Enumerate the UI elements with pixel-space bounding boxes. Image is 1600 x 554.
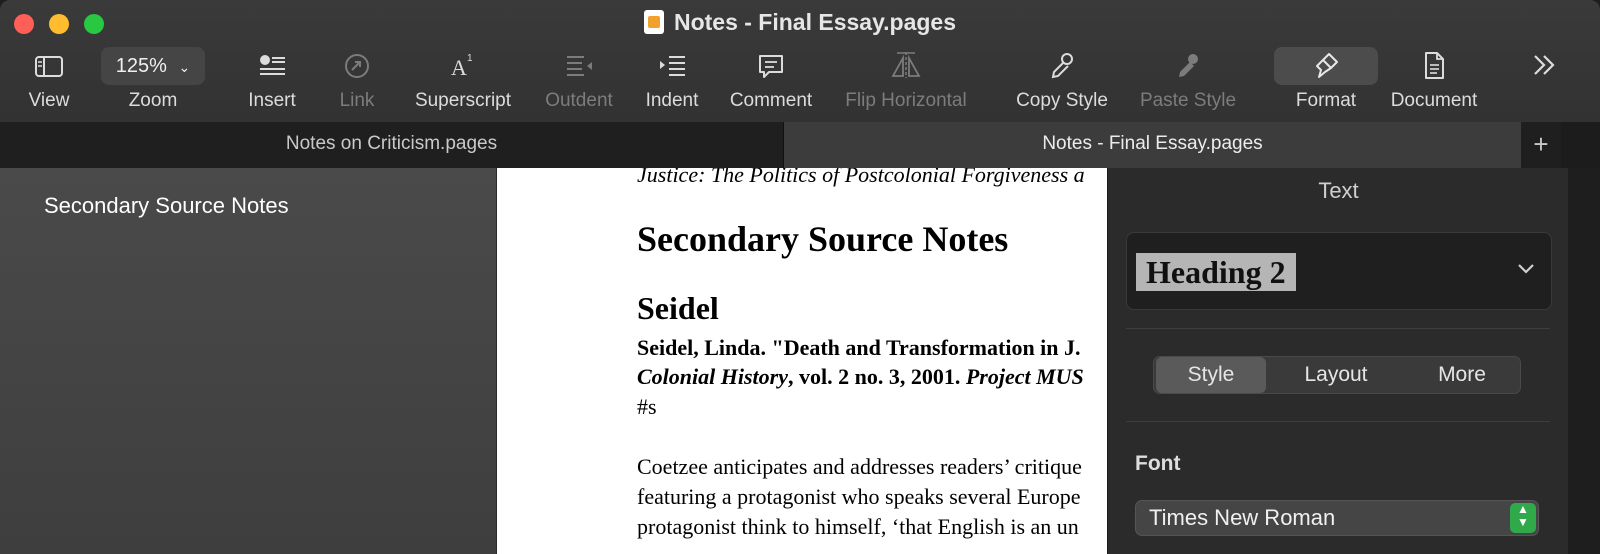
view-label: View <box>28 90 70 111</box>
eyedropper-icon <box>1051 53 1073 79</box>
eyedropper-fill-icon <box>1179 54 1198 77</box>
format-label: Format <box>1295 90 1357 111</box>
doc-journal-title: Colonial History <box>637 364 788 389</box>
toolbar-overflow-button[interactable] <box>1524 50 1564 86</box>
doc-tag-line: #s <box>637 394 657 419</box>
window-title: Notes - Final Essay.pages <box>0 9 1600 36</box>
plus-icon: + <box>1533 129 1549 159</box>
divider <box>1126 421 1550 422</box>
doc-citation-line-2: Colonial History, vol. 2 no. 3, 2001. Pr… <box>637 364 1084 390</box>
doc-paragraph-line: Coetzee anticipates and addresses reader… <box>637 454 1082 479</box>
tab-layout[interactable]: Layout <box>1270 357 1402 393</box>
window-title-text: Notes - Final Essay.pages <box>673 9 957 35</box>
format-inspector: Text Heading 2 Style Layout More Font Ti… <box>1107 168 1569 554</box>
format-button[interactable]: Format <box>1274 48 1378 112</box>
doc-heading-1: Secondary Source Notes <box>637 219 1009 259</box>
paragraph-style-selector[interactable]: Heading 2 <box>1126 232 1552 310</box>
chevron-down-icon: ⌄ <box>178 59 191 75</box>
comment-label: Comment <box>729 90 813 111</box>
comment-button[interactable]: Comment <box>726 48 816 112</box>
zoom-label: Zoom <box>128 90 178 111</box>
document-button[interactable]: Document <box>1386 48 1482 112</box>
zoom-label-wrap: Zoom <box>118 90 188 112</box>
flip-horizontal-button[interactable]: Flip Horizontal <box>840 48 972 112</box>
document-icon <box>1425 52 1444 79</box>
document-canvas[interactable]: Justice: The Politics of Postcolonial Fo… <box>497 168 1107 554</box>
paintbrush-icon <box>1316 53 1338 78</box>
outdent-button[interactable]: Outdent <box>540 48 618 112</box>
link-button[interactable]: Link <box>332 48 382 112</box>
insert-icon <box>260 55 285 75</box>
tab-more[interactable]: More <box>1406 357 1518 393</box>
tab-notes-on-criticism[interactable]: Notes on Criticism.pages <box>0 122 783 168</box>
paragraph-style-name: Heading 2 <box>1136 253 1296 291</box>
svg-text:1: 1 <box>467 53 473 64</box>
tab-bar: Notes on Criticism.pages Notes - Final E… <box>0 122 1600 168</box>
copy-style-label: Copy Style <box>1016 90 1108 111</box>
zoom-select[interactable]: 125% ⌄ <box>101 47 205 85</box>
link-label: Link <box>339 90 375 111</box>
doc-paragraph-line: featuring a protagonist who speaks sever… <box>637 484 1081 509</box>
comment-icon <box>759 55 783 78</box>
view-button[interactable]: View <box>20 48 78 112</box>
divider <box>1126 328 1550 329</box>
indent-button[interactable]: Indent <box>640 48 704 112</box>
doc-paragraph-line: protagonist think to himself, ‘that Engl… <box>637 514 1079 539</box>
link-icon <box>345 54 369 78</box>
tab-notes-final-essay[interactable]: Notes - Final Essay.pages <box>783 122 1521 168</box>
superscript-icon: A1 <box>451 53 473 80</box>
insert-label: Insert <box>248 90 296 111</box>
tab-style[interactable]: Style <box>1156 357 1266 393</box>
svg-text:A: A <box>451 55 467 80</box>
document-label: Document <box>1390 90 1478 111</box>
double-chevron-right-icon <box>1534 55 1555 75</box>
insert-button[interactable]: Insert <box>240 48 304 112</box>
doc-citation-details: , vol. 2 no. 3, 2001. <box>787 364 966 389</box>
paste-style-button[interactable]: Paste Style <box>1136 48 1240 112</box>
pages-document-icon <box>643 10 664 34</box>
zoom-value: 125% <box>115 55 167 77</box>
outline-sidebar: Secondary Source Notes <box>0 168 497 554</box>
font-family-value: Times New Roman <box>1149 505 1336 530</box>
up-down-chevron-icon: ▲ ▼ <box>1510 503 1536 533</box>
doc-heading-2: Seidel <box>637 290 719 326</box>
inspector-title: Text <box>1318 178 1359 203</box>
sidebar-icon <box>35 56 63 77</box>
superscript-button[interactable]: A1 Superscript <box>410 48 516 112</box>
inspector-tab-control: Style Layout More <box>1153 356 1521 394</box>
font-section-label: Font <box>1135 452 1181 475</box>
copy-style-button[interactable]: Copy Style <box>1012 48 1112 112</box>
doc-citation-line: Seidel, Linda. "Death and Transformation… <box>637 335 1081 360</box>
chevron-down-icon <box>1515 257 1537 285</box>
outdent-label: Outdent <box>545 90 613 111</box>
indent-icon <box>660 56 685 76</box>
new-tab-button[interactable]: + <box>1521 122 1561 168</box>
outdent-icon <box>567 56 592 76</box>
paste-style-label: Paste Style <box>1139 90 1237 111</box>
title-bar: Notes - Final Essay.pages View 125% ⌄ Zo… <box>0 0 1600 123</box>
window-edge <box>1568 168 1600 554</box>
doc-database-name: Project MUS <box>965 364 1084 389</box>
flip-horizontal-label: Flip Horizontal <box>845 90 967 111</box>
pages-window: Notes - Final Essay.pages View 125% ⌄ Zo… <box>0 0 1600 554</box>
sidebar-item-secondary-source-notes[interactable]: Secondary Source Notes <box>44 193 289 219</box>
superscript-label: Superscript <box>414 90 512 111</box>
font-family-select[interactable]: Times New Roman ▲ ▼ <box>1135 500 1539 536</box>
doc-text-line: Justice: The Politics of Postcolonial Fo… <box>637 168 1085 187</box>
flip-horizontal-icon <box>891 52 921 78</box>
indent-label: Indent <box>645 90 699 111</box>
